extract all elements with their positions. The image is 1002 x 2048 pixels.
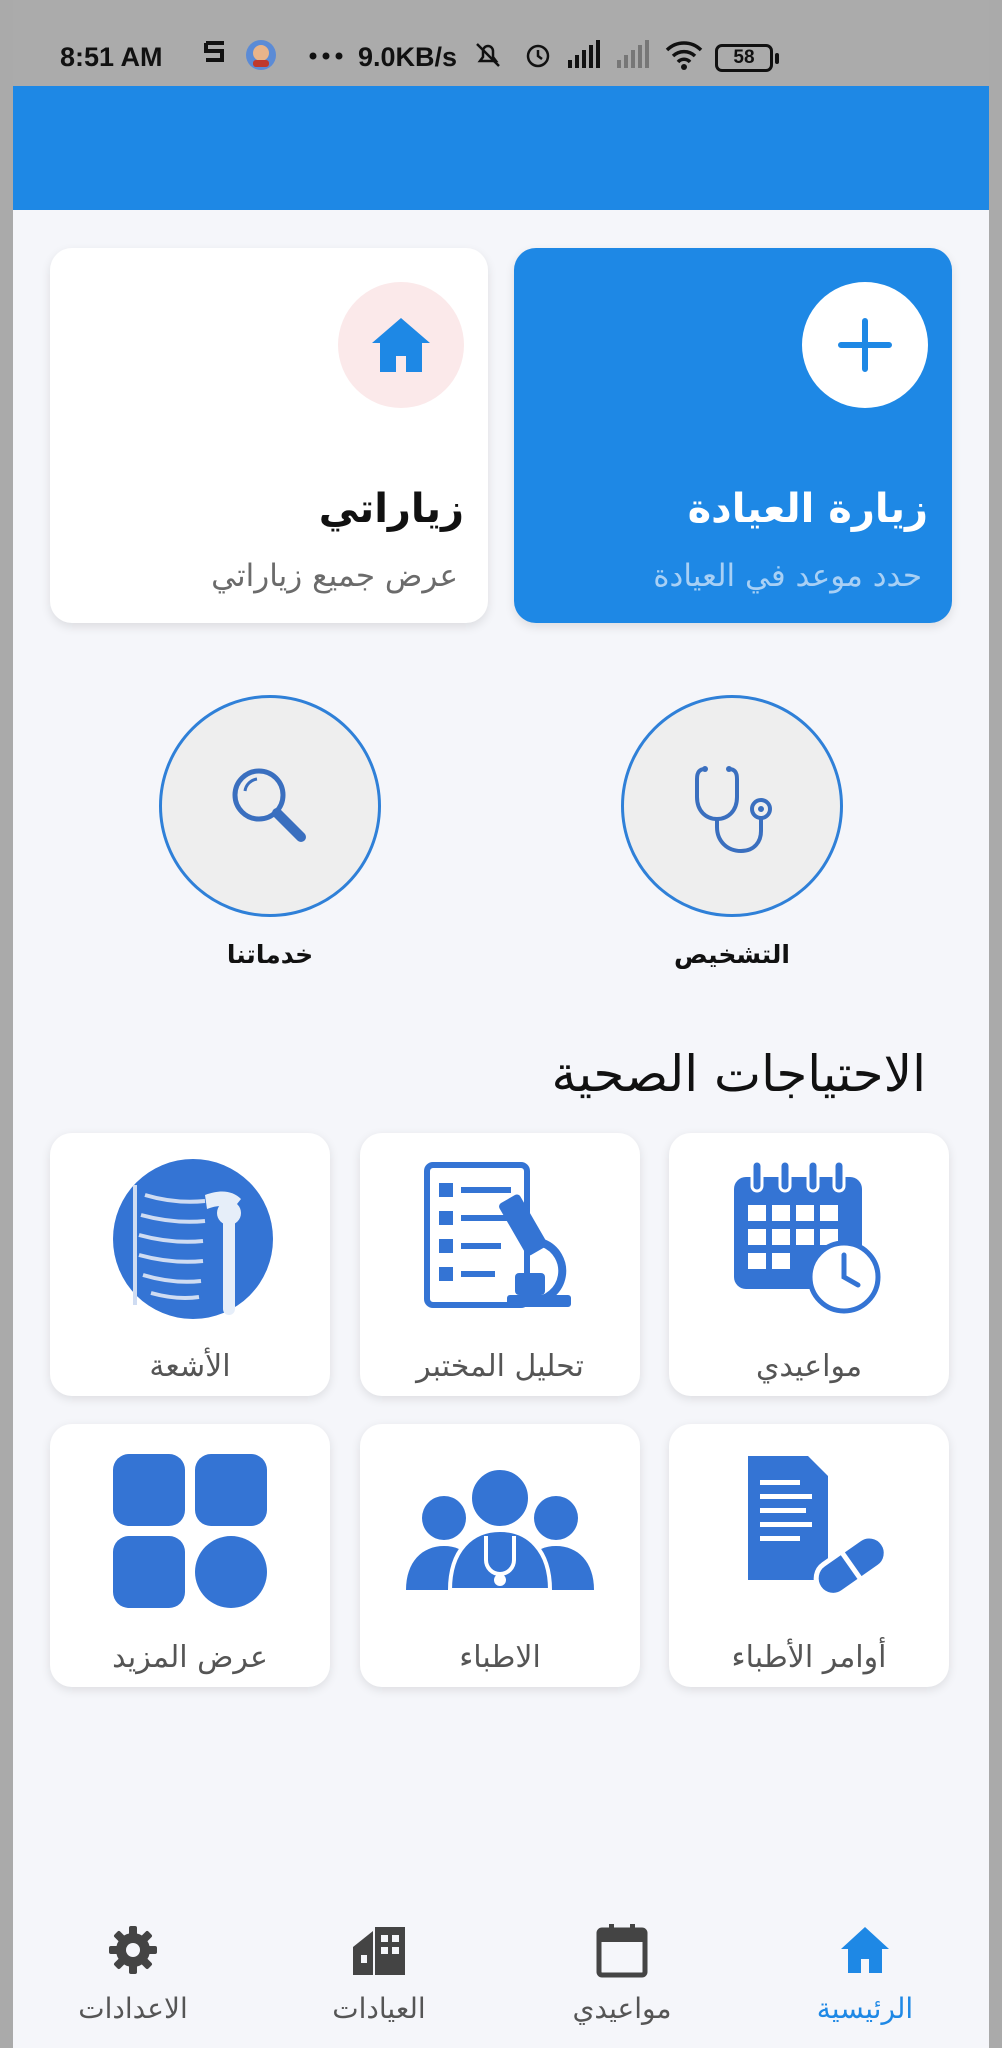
my-visits-title: زياراتي bbox=[318, 486, 464, 532]
status-time: 8:51 AM bbox=[60, 42, 163, 72]
gear-icon bbox=[109, 1926, 157, 1974]
clinic-building-icon bbox=[353, 1927, 405, 1975]
bottom-navigation: الرئيسية مواعيدي العيادات الاعدادات bbox=[13, 1900, 989, 2048]
nav-settings-label: الاعدادات bbox=[78, 1992, 188, 2025]
nav-appointments-label: مواعيدي bbox=[572, 1992, 672, 2025]
more-dots-icon bbox=[309, 52, 343, 60]
app-screen: 8:51 AM 9.0KB/s 58 زيارة العيادة حدد موع… bbox=[13, 0, 989, 2048]
prescription-pill-icon bbox=[748, 1456, 889, 1598]
nav-appointments[interactable]: مواعيدي bbox=[522, 1922, 722, 2025]
mute-icon bbox=[476, 43, 500, 67]
services-label: خدماتنا bbox=[226, 940, 314, 969]
doctor-orders-label: أوامر الأطباء bbox=[731, 1640, 887, 1675]
nav-home[interactable]: الرئيسية bbox=[765, 1922, 965, 2025]
diagnosis-label: التشخيص bbox=[674, 940, 790, 969]
signal-2-icon bbox=[617, 40, 649, 68]
my-visits-card[interactable]: زياراتي عرض جميع زياراتي bbox=[50, 248, 488, 623]
stethoscope-icon bbox=[695, 766, 772, 854]
doctors-tile[interactable]: الاطباء bbox=[360, 1424, 640, 1687]
battery-icon: 58 bbox=[715, 44, 779, 72]
status-bar: 8:51 AM 9.0KB/s 58 bbox=[13, 0, 989, 86]
alarm-icon bbox=[526, 44, 550, 68]
lab-analysis-label: تحليل المختبر bbox=[416, 1349, 584, 1384]
app-bar bbox=[13, 86, 989, 210]
grid-icon bbox=[113, 1454, 267, 1608]
doctor-orders-tile[interactable]: أوامر الأطباء bbox=[669, 1424, 949, 1687]
appointments-tile[interactable]: مواعيدي bbox=[669, 1133, 949, 1396]
sim-icon bbox=[204, 41, 224, 62]
calendar-icon bbox=[596, 1924, 648, 1978]
clinic-visit-card[interactable]: زيارة العيادة حدد موعد في العيادة bbox=[514, 248, 952, 623]
appointments-label: مواعيدي bbox=[755, 1349, 863, 1384]
nav-clinics[interactable]: العيادات bbox=[279, 1922, 479, 2025]
lab-analysis-tile[interactable]: تحليل المختبر bbox=[360, 1133, 640, 1396]
home-icon bbox=[338, 282, 464, 408]
show-more-label: عرض المزيد bbox=[112, 1640, 268, 1675]
lab-checklist-microscope-icon bbox=[424, 1162, 571, 1308]
xray-icon bbox=[113, 1159, 273, 1319]
network-speed: 9.0KB/s bbox=[358, 42, 458, 72]
home-icon bbox=[841, 1927, 889, 1973]
radiology-label: الأشعة bbox=[149, 1349, 231, 1384]
nav-clinics-label: العيادات bbox=[332, 1992, 426, 2025]
diagnosis-button[interactable] bbox=[621, 695, 843, 917]
my-visits-subtitle: عرض جميع زياراتي bbox=[211, 558, 458, 594]
wifi-icon bbox=[665, 41, 703, 70]
plus-icon bbox=[802, 282, 928, 408]
nav-home-label: الرئيسية bbox=[816, 1992, 914, 2025]
show-more-tile[interactable]: عرض المزيد bbox=[50, 1424, 330, 1687]
doctors-group-icon bbox=[406, 1466, 594, 1592]
clinic-visit-subtitle: حدد موعد في العيادة bbox=[653, 558, 922, 594]
nav-settings[interactable]: الاعدادات bbox=[33, 1922, 233, 2025]
services-button[interactable] bbox=[159, 695, 381, 917]
app-notification-icon bbox=[246, 40, 276, 70]
magnifier-icon bbox=[232, 768, 306, 842]
radiology-tile[interactable]: الأشعة bbox=[50, 1133, 330, 1396]
calendar-clock-icon bbox=[734, 1159, 881, 1314]
signal-icon bbox=[568, 40, 600, 68]
clinic-visit-title: زيارة العيادة bbox=[687, 486, 928, 532]
battery-level: 58 bbox=[733, 47, 755, 68]
doctors-label: الاطباء bbox=[459, 1640, 541, 1675]
health-needs-title: الاحتياجات الصحية bbox=[551, 1045, 927, 1103]
